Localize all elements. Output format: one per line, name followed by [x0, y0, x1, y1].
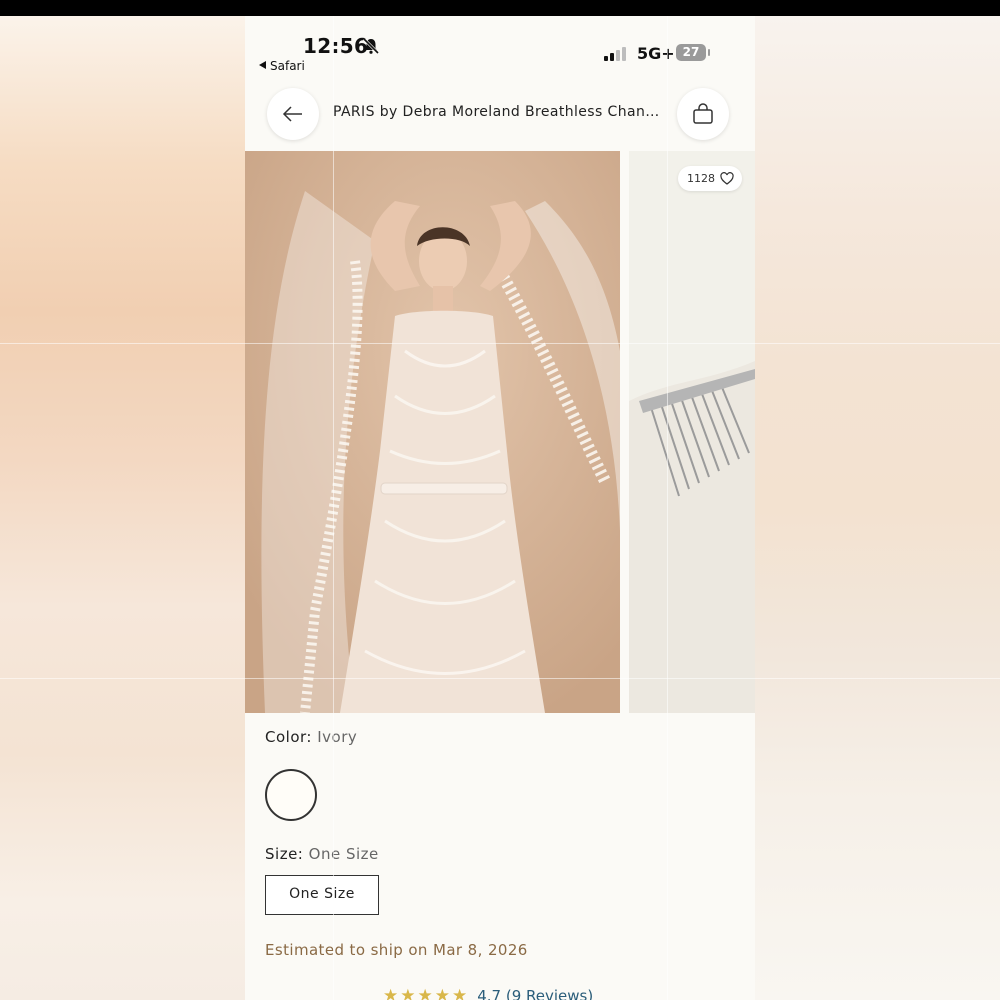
bride-photo-illustration — [245, 151, 620, 713]
like-counter[interactable]: 1128 — [678, 166, 742, 191]
overlay-grid-line — [333, 16, 334, 1000]
background-right — [755, 16, 1000, 1000]
shopping-bag-icon — [693, 103, 713, 124]
rating-value: 4.7 — [477, 987, 502, 1000]
back-to-safari[interactable]: Safari — [259, 59, 305, 73]
battery-indicator: 27 — [676, 44, 710, 61]
product-image-main[interactable] — [245, 151, 620, 713]
back-triangle-icon — [259, 61, 266, 69]
bag-button[interactable] — [677, 88, 729, 140]
back-app-label: Safari — [270, 59, 305, 73]
size-label-row: Size: One Size — [265, 845, 379, 863]
like-count: 1128 — [687, 172, 715, 185]
background-left — [0, 16, 245, 1000]
product-image-secondary[interactable] — [629, 151, 755, 713]
bell-slash-icon — [362, 37, 380, 55]
color-label-row: Color: Ivory — [265, 728, 357, 746]
page-title: PARIS by Debra Moreland Breathless Chant… — [333, 104, 663, 120]
star-rating-icons: ★★★★★ — [383, 986, 470, 1000]
size-value: One Size — [308, 845, 379, 863]
network-type: 5G+ — [637, 44, 675, 63]
color-label: Color: — [265, 728, 312, 746]
size-option-button[interactable]: One Size — [265, 875, 379, 915]
size-label: Size: — [265, 845, 304, 863]
ship-estimate: Estimated to ship on Mar 8, 2026 — [265, 941, 528, 959]
signal-icon — [604, 45, 632, 61]
overlay-grid-line — [0, 678, 1000, 679]
back-button[interactable] — [267, 88, 319, 140]
phone-screen: 12:56 Safari 5G+ 27 PARIS by Debra Morel… — [245, 16, 755, 1000]
rating-row[interactable]: ★★★★★ 4.7 (9 Reviews) — [383, 986, 593, 1000]
top-bar — [0, 0, 1000, 16]
heart-icon — [720, 172, 734, 185]
overlay-grid-line — [0, 343, 1000, 344]
reviews-link[interactable]: (9 Reviews) — [506, 987, 593, 1000]
overlay-grid-line — [667, 16, 668, 1000]
status-time: 12:56 — [303, 34, 369, 58]
color-value: Ivory — [317, 728, 358, 746]
back-arrow-icon — [282, 106, 302, 122]
color-swatch-ivory[interactable] — [265, 769, 317, 821]
veil-comb-illustration — [629, 151, 755, 713]
